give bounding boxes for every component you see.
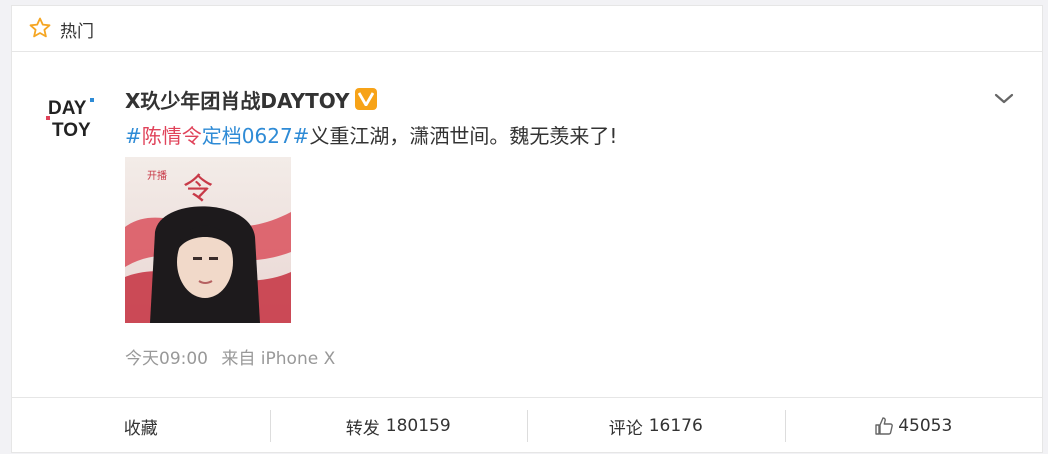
post-time[interactable]: 今天09:00 xyxy=(125,349,208,369)
verified-v-icon xyxy=(358,92,375,106)
action-bar: 收藏 转发 180159 评论 16176 45053 xyxy=(12,397,1042,454)
repost-label: 转发 xyxy=(345,418,380,439)
post-image[interactable]: 令 开播 xyxy=(125,157,291,323)
favorite-button[interactable]: 收藏 xyxy=(12,398,270,454)
avatar-text-bottom: TOY xyxy=(52,120,91,141)
verified-badge-icon xyxy=(355,88,378,110)
comment-button[interactable]: 评论 16176 xyxy=(527,398,785,454)
hot-label: 热门 xyxy=(60,22,94,42)
post-meta: 今天09:00 来自 iPhone X xyxy=(125,344,343,369)
favorite-label: 收藏 xyxy=(123,418,158,439)
hot-header: 热门 xyxy=(12,6,1042,52)
post-source: 来自 iPhone X xyxy=(221,349,336,369)
repost-count: 180159 xyxy=(385,416,451,436)
avatar[interactable]: DAY TOY xyxy=(44,90,100,146)
post-text: #陈情令定档0627#义重江湖，潇洒世间。魏无羡来了! xyxy=(125,120,617,149)
hashtag-link[interactable]: #陈情令定档0627# xyxy=(125,124,309,148)
comment-count: 16176 xyxy=(648,416,703,436)
image-caption-top: 开播 xyxy=(147,169,167,182)
star-icon xyxy=(29,17,51,38)
post-body: 义重江湖，潇洒世间。魏无羡来了! xyxy=(309,124,618,148)
like-button[interactable]: 45053 xyxy=(784,398,1043,454)
author-line: X玖少年团肖战DAYTOY xyxy=(125,84,378,114)
like-count: 45053 xyxy=(898,416,953,436)
image-caption-big: 令 xyxy=(183,172,213,207)
comment-label: 评论 xyxy=(608,418,643,439)
weibo-card: 热门 DAY TOY X玖少年团肖战DAYTOY #陈情令定档0627#义重江湖… xyxy=(11,5,1043,453)
avatar-text-top: DAY xyxy=(48,98,87,119)
author-name[interactable]: X玖少年团肖战DAYTOY xyxy=(125,85,349,114)
repost-button[interactable]: 转发 180159 xyxy=(269,398,528,454)
thumbs-up-icon xyxy=(875,417,894,435)
chevron-down-icon[interactable] xyxy=(992,87,1016,111)
